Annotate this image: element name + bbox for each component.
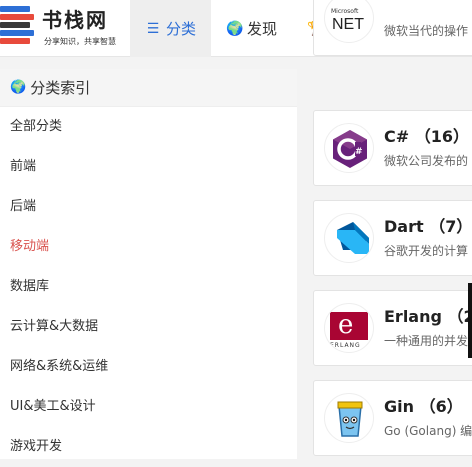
category-desc: 微软当代的操作 xyxy=(384,24,469,38)
category-card-gin[interactable]: Gin （6） Go (Golang) 编 xyxy=(313,380,472,456)
sidebar-item-all[interactable]: 全部分类 xyxy=(0,107,297,147)
sidebar-item-frontend[interactable]: 前端 xyxy=(0,147,297,187)
sidebar-item-database[interactable]: 数据库 xyxy=(0,267,297,307)
category-desc: 谷歌开发的计算 xyxy=(384,244,469,258)
dotnet-logo-icon: Microsoft NET xyxy=(324,0,374,43)
csharp-logo-icon: # xyxy=(324,123,374,173)
logo-title: 书栈网 xyxy=(42,8,108,32)
category-name: Dart （7） xyxy=(384,217,472,236)
globe-icon: 🌍 xyxy=(226,20,244,37)
category-name: Erlang （25 xyxy=(384,307,472,326)
category-name: Gin （6） xyxy=(384,397,463,416)
nav-item-discover[interactable]: 🌍 发现 xyxy=(211,0,292,57)
category-desc: 一种通用的并发 xyxy=(384,334,469,348)
logo-subtitle: 分享知识，共享智慧 xyxy=(44,37,116,46)
sidebar-title: 分类索引 xyxy=(30,79,91,97)
books-logo-icon xyxy=(0,4,34,48)
sidebar-item-ui-design[interactable]: UI&美工&设计 xyxy=(0,387,297,427)
nav-item-label: 发现 xyxy=(247,20,278,38)
svg-text:#: # xyxy=(355,147,363,157)
erlang-logo-icon: e ERLANG xyxy=(324,303,374,353)
floating-side-tab[interactable] xyxy=(468,283,472,358)
site-logo[interactable]: 书栈网 分享知识，共享智慧 xyxy=(0,0,128,57)
sidebar-item-network-ops[interactable]: 网络&系统&运维 xyxy=(0,347,297,387)
list-icon: ☰ xyxy=(146,20,160,37)
sidebar-item-mobile[interactable]: 移动端 xyxy=(0,227,297,267)
sidebar-item-gamedev[interactable]: 游戏开发 xyxy=(0,427,297,467)
category-desc: 微软公司发布的 xyxy=(384,154,469,168)
nav-item-label: 分类 xyxy=(166,20,197,38)
category-card-csharp[interactable]: # C# （16） 微软公司发布的 xyxy=(313,110,472,186)
nav-item-category[interactable]: ☰ 分类 xyxy=(130,0,212,57)
category-card-dotnet[interactable]: Microsoft NET 微软当代的操作 xyxy=(313,0,472,56)
dart-logo-icon xyxy=(324,213,374,263)
gin-logo-icon xyxy=(324,393,374,443)
category-desc: Go (Golang) 编 xyxy=(384,424,472,438)
globe-icon: 🌍 xyxy=(10,80,27,95)
category-sidebar: 🌍 分类索引 全部分类 前端 后端 移动端 数据库 云计算&大数据 网络&系统&… xyxy=(0,69,297,459)
category-name: C# （16） xyxy=(384,127,469,146)
sidebar-item-backend[interactable]: 后端 xyxy=(0,187,297,227)
category-card-erlang[interactable]: e ERLANG Erlang （25 一种通用的并发 xyxy=(313,290,472,366)
sidebar-header: 🌍 分类索引 xyxy=(0,69,297,107)
sidebar-item-cloud-bigdata[interactable]: 云计算&大数据 xyxy=(0,307,297,347)
category-card-dart[interactable]: Dart （7） 谷歌开发的计算 xyxy=(313,200,472,276)
book-category-list: Microsoft NET 微软当代的操作 # C# （16） 微软公司发布的 xyxy=(313,0,472,459)
